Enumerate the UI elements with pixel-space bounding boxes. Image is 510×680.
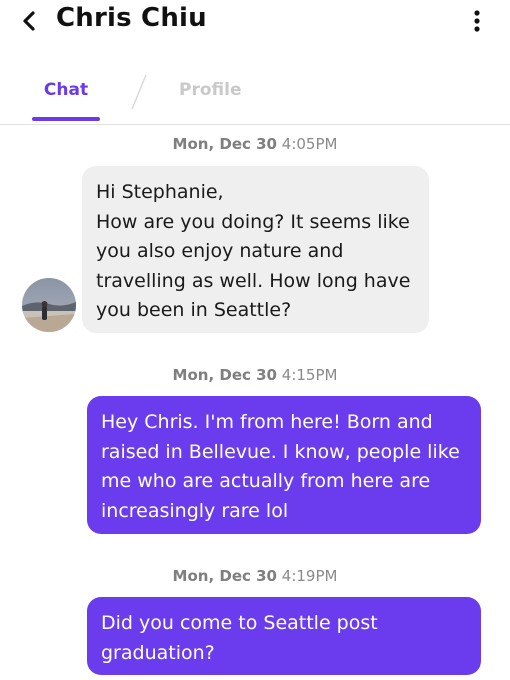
- more-options-button[interactable]: [462, 6, 492, 36]
- tab-divider: [131, 74, 147, 110]
- tab-profile[interactable]: Profile: [179, 80, 241, 100]
- timestamp-time: 4:05PM: [281, 135, 338, 153]
- conversation-title: Chris Chiu: [56, 3, 207, 33]
- more-vertical-icon: [474, 10, 480, 32]
- message-timestamp: Mon, Dec 30 4:05PM: [0, 135, 510, 153]
- timestamp-time: 4:15PM: [281, 366, 338, 384]
- timestamp-date: Mon, Dec 30: [172, 567, 277, 585]
- tab-bar: Chat Profile: [0, 70, 510, 125]
- timestamp-date: Mon, Dec 30: [172, 135, 277, 153]
- message-timestamp: Mon, Dec 30 4:15PM: [0, 366, 510, 384]
- avatar-photo: [22, 278, 76, 332]
- back-button[interactable]: [14, 6, 44, 36]
- message-bubble-outgoing[interactable]: Hey Chris. I'm from here! Born and raise…: [87, 396, 481, 534]
- active-tab-indicator: [32, 117, 100, 121]
- header: Chris Chiu: [0, 0, 510, 50]
- chevron-left-icon: [23, 11, 35, 31]
- message-bubble-outgoing[interactable]: Did you come to Seattle post graduation?: [87, 597, 481, 675]
- tab-chat[interactable]: Chat: [32, 80, 100, 100]
- message-timestamp: Mon, Dec 30 4:19PM: [0, 567, 510, 585]
- timestamp-date: Mon, Dec 30: [172, 366, 277, 384]
- avatar[interactable]: [22, 278, 76, 332]
- timestamp-time: 4:19PM: [281, 567, 338, 585]
- message-bubble-incoming[interactable]: Hi Stephanie, How are you doing? It seem…: [82, 166, 429, 333]
